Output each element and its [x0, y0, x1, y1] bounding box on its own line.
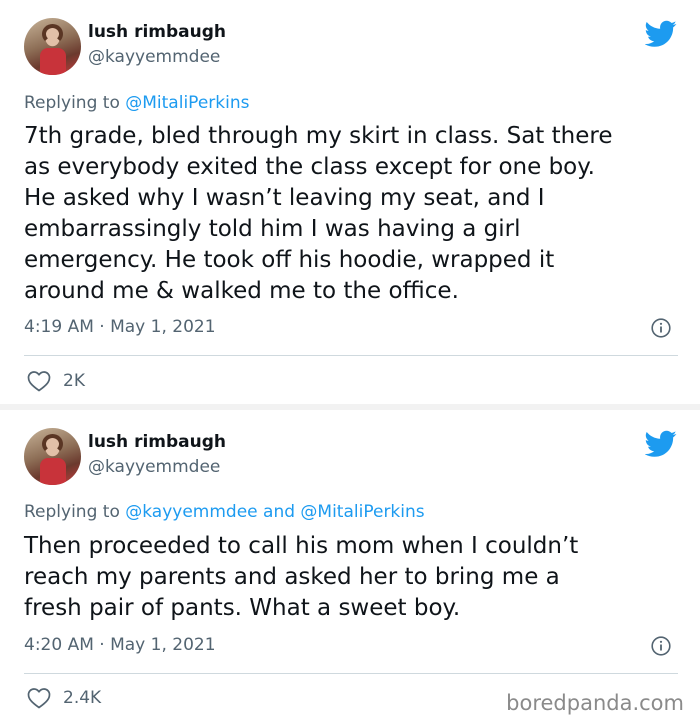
divider — [24, 673, 678, 674]
heart-icon[interactable] — [27, 687, 51, 709]
heart-icon[interactable] — [27, 370, 51, 392]
tweet-text: Then proceeded to call his mom when I co… — [24, 533, 579, 621]
like-count[interactable]: 2.4K — [63, 688, 101, 708]
like-count[interactable]: 2K — [63, 371, 85, 391]
divider — [24, 355, 678, 356]
tweet-timestamp[interactable]: 4:20 AM · May 1, 2021 — [24, 635, 216, 655]
tweet-text: 7th grade, bled through my skirt in clas… — [24, 123, 613, 304]
twitter-bird-icon[interactable] — [645, 430, 677, 458]
avatar[interactable] — [24, 18, 81, 75]
tweet-card: lush rimbaugh @kayyemmdee Replying to @k… — [0, 410, 700, 726]
replying-to: Replying to @kayyemmdee and @MitaliPerki… — [24, 502, 425, 522]
twitter-bird-icon[interactable] — [645, 20, 677, 48]
user-handle[interactable]: @kayyemmdee — [88, 457, 220, 477]
replying-prefix: Replying to — [24, 93, 120, 113]
mention-link[interactable]: @MitaliPerkins — [125, 93, 249, 113]
replying-to: Replying to @MitaliPerkins — [24, 93, 249, 113]
info-icon[interactable] — [651, 318, 671, 338]
tweet-card: lush rimbaugh @kayyemmdee Replying to @M… — [0, 0, 700, 404]
display-name[interactable]: lush rimbaugh — [88, 22, 226, 42]
info-icon[interactable] — [651, 636, 671, 656]
avatar[interactable] — [24, 428, 81, 485]
watermark: boredpanda.com — [506, 691, 684, 715]
mention-link[interactable]: @kayyemmdee and @MitaliPerkins — [125, 502, 424, 522]
display-name[interactable]: lush rimbaugh — [88, 432, 226, 452]
replying-prefix: Replying to — [24, 502, 120, 522]
user-handle[interactable]: @kayyemmdee — [88, 47, 220, 67]
tweet-timestamp[interactable]: 4:19 AM · May 1, 2021 — [24, 317, 216, 337]
